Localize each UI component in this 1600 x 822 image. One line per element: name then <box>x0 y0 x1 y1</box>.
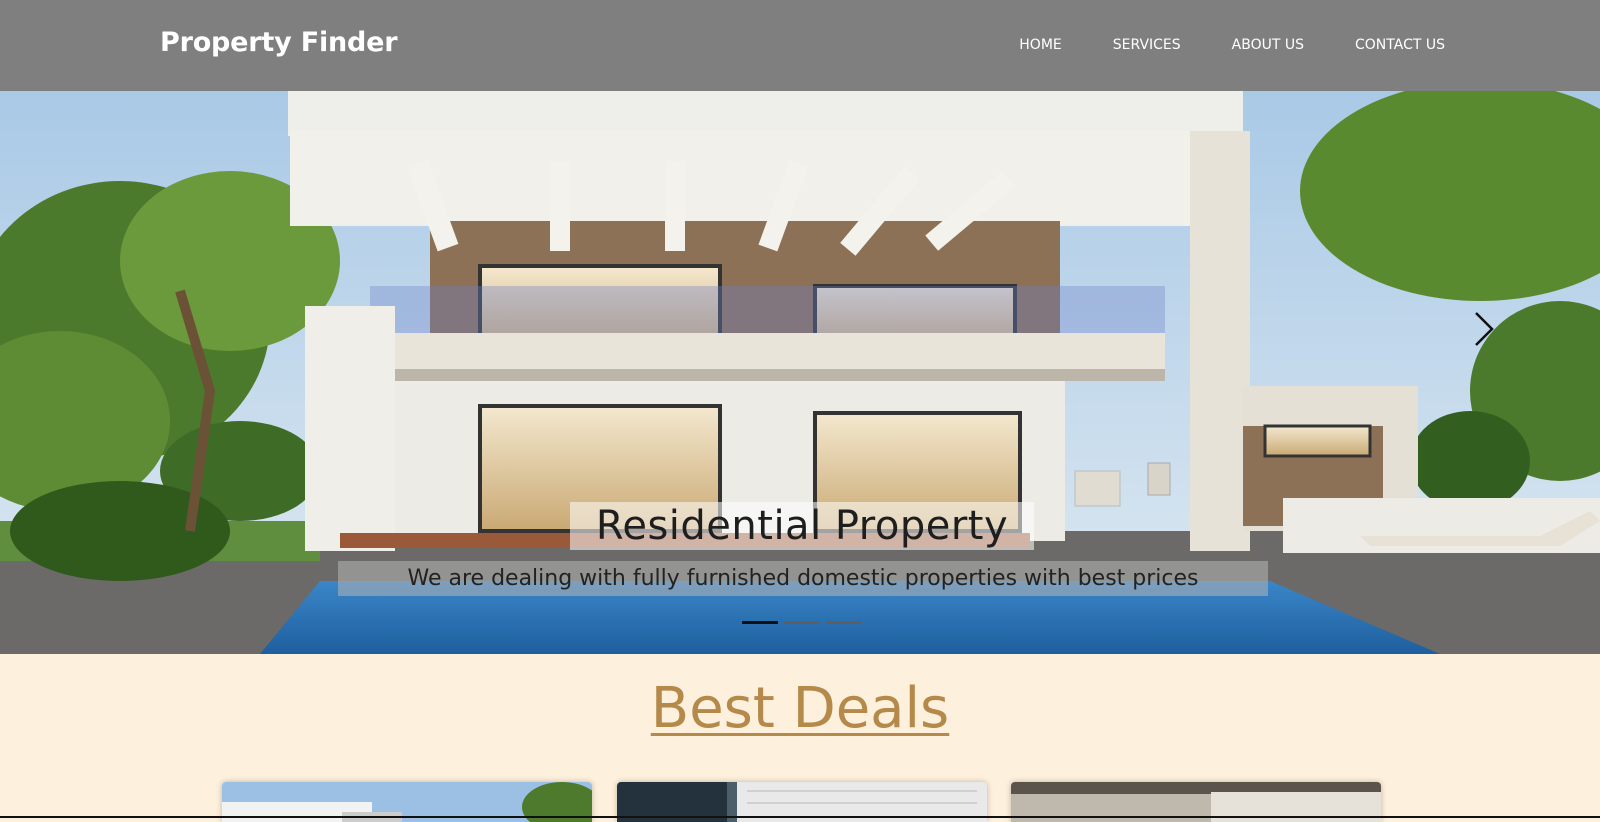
nav-contact-link[interactable]: CONTACT US <box>1355 37 1445 53</box>
carousel-indicator-1[interactable] <box>742 621 778 624</box>
nav-about-link[interactable]: ABOUT US <box>1232 37 1304 53</box>
nav-home-link[interactable]: HOME <box>1019 37 1061 53</box>
best-deals-heading: Best Deals <box>650 676 950 741</box>
site-header: Property Finder HOME SERVICES ABOUT US C… <box>0 0 1600 91</box>
slide-description: We are dealing with fully furnished dome… <box>338 561 1268 596</box>
main-nav: HOME SERVICES ABOUT US CONTACT US <box>1019 37 1445 53</box>
carousel-indicators <box>742 621 862 624</box>
chevron-right-icon[interactable] <box>1472 309 1496 349</box>
slide-title: Residential Property <box>570 502 1034 550</box>
carousel-indicator-2[interactable] <box>784 621 820 624</box>
hero-carousel: Residential Property We are dealing with… <box>0 91 1600 654</box>
brand-logo[interactable]: Property Finder <box>160 27 398 58</box>
nav-services-link[interactable]: SERVICES <box>1113 37 1181 53</box>
carousel-indicator-3[interactable] <box>826 621 862 624</box>
